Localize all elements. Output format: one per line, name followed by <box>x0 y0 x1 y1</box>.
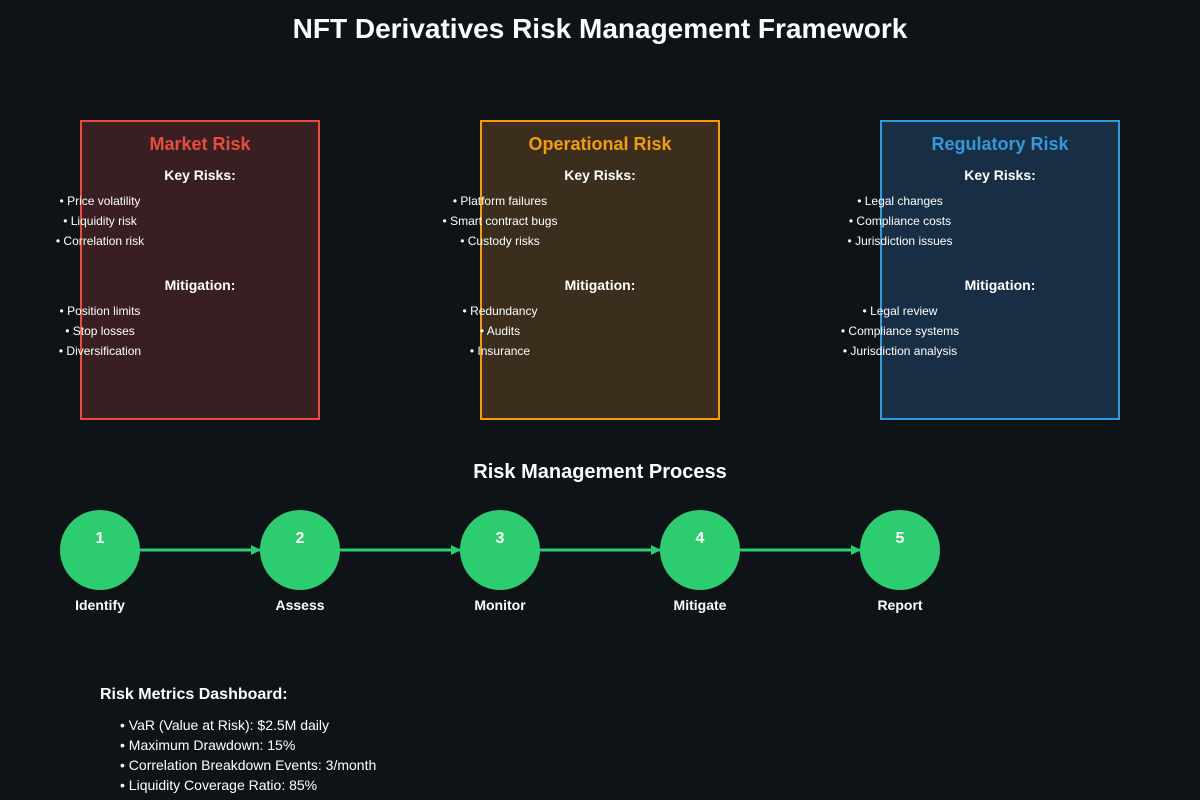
metric-item: • VaR (Value at Risk): $2.5M daily <box>120 717 330 733</box>
step-number: 1 <box>95 530 105 547</box>
step-number: 5 <box>895 530 905 547</box>
step-number: 4 <box>695 530 705 547</box>
step-2-circle: 2 <box>260 510 340 590</box>
metric-item: • Correlation Breakdown Events: 3/month <box>120 757 377 773</box>
metric-item: • Liquidity Coverage Ratio: 85% <box>120 777 318 793</box>
step-1-circle: 1 <box>60 510 140 590</box>
step-number: 2 <box>295 530 305 547</box>
metrics-dashboard-title: Risk Metrics Dashboard: <box>100 686 288 703</box>
step-5-circle: 5 <box>860 510 940 590</box>
step-1-label: Identify <box>75 597 125 613</box>
step-3-label: Monitor <box>474 597 526 613</box>
step-4-label: Mitigate <box>673 597 727 613</box>
process-arrows <box>140 545 861 555</box>
step-number: 3 <box>495 530 505 547</box>
step-2-label: Assess <box>275 597 325 613</box>
step-3-circle: 3 <box>460 510 540 590</box>
metric-item: • Maximum Drawdown: 15% <box>120 737 296 753</box>
step-5-label: Report <box>877 597 923 613</box>
metrics-list: • VaR (Value at Risk): $2.5M daily • Max… <box>120 715 376 795</box>
step-4-circle: 4 <box>660 510 740 590</box>
